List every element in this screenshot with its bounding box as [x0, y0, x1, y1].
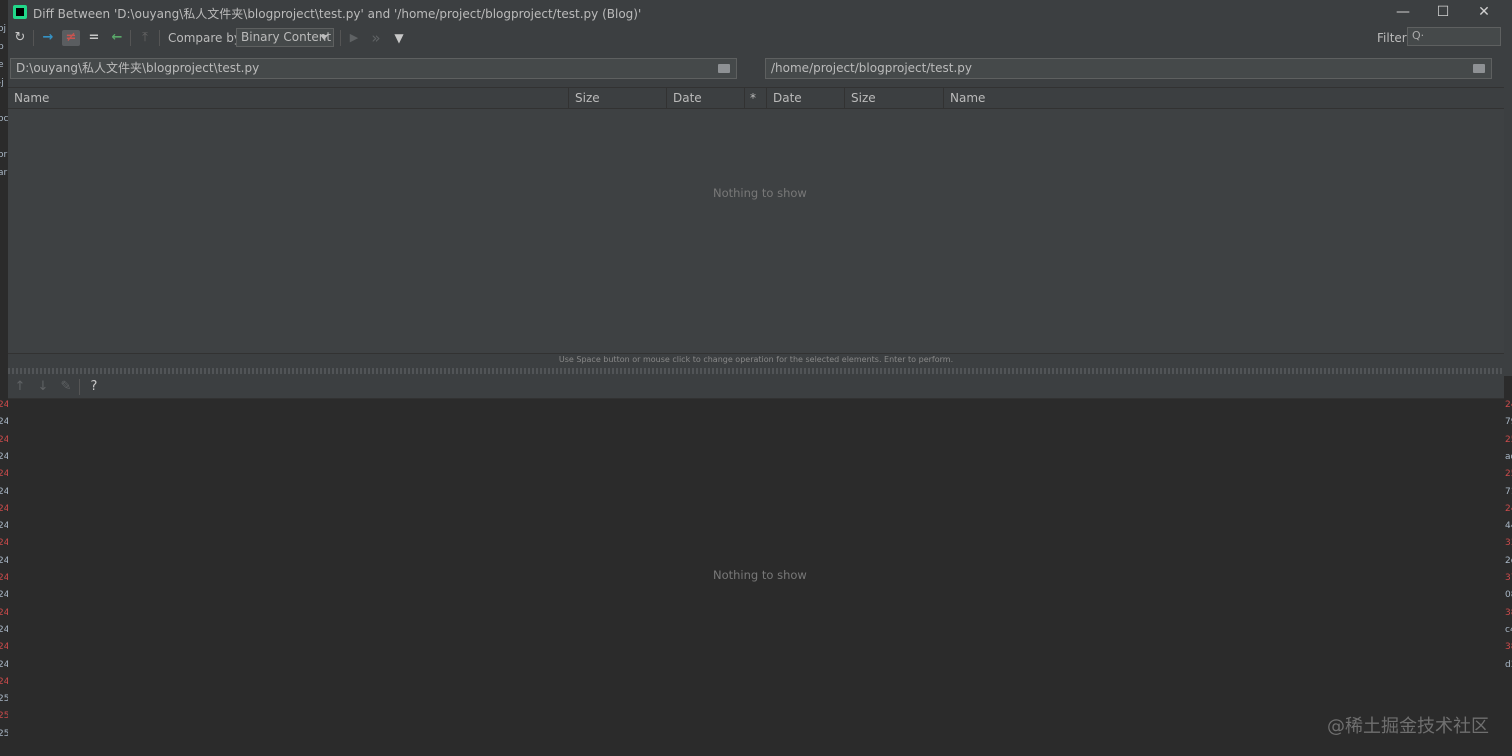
background-text: e: [0, 60, 4, 70]
merge-icon[interactable]: ⤒: [136, 30, 154, 46]
toolbar-separator: [130, 30, 131, 46]
fast-forward-icon[interactable]: »: [367, 30, 385, 46]
copy-right-icon[interactable]: →: [39, 30, 57, 46]
maximize-button[interactable]: ☐: [1433, 3, 1453, 21]
background-text: d3: [1505, 659, 1512, 670]
minimize-button[interactable]: —: [1393, 3, 1413, 21]
background-text: oc: [0, 114, 8, 124]
filter-label: Filter:: [1377, 31, 1411, 45]
folder-icon[interactable]: [718, 64, 730, 73]
left-path-text: D:\ouyang\私人文件夹\blogproject\test.py: [16, 61, 260, 75]
hint-text: Use Space button or mouse click to chang…: [558, 355, 954, 364]
help-icon[interactable]: ?: [86, 379, 102, 395]
background-text: 24: [0, 400, 8, 410]
folder-icon[interactable]: [1473, 64, 1485, 73]
background-text: 24: [0, 659, 8, 670]
background-text: 25: [0, 694, 8, 705]
background-text: 24: [0, 607, 8, 618]
close-button[interactable]: ✕: [1474, 3, 1494, 21]
background-text: 38: [1505, 607, 1512, 618]
column-header-date-left[interactable]: Date: [667, 87, 745, 109]
pycharm-app-icon: [13, 5, 27, 19]
compare-by-dropdown[interactable]: Binary Content: [236, 28, 334, 47]
right-path-field[interactable]: /home/project/blogproject/test.py: [765, 58, 1492, 79]
compare-by-value: Binary Content: [241, 30, 332, 44]
not-equal-icon[interactable]: ≠: [62, 30, 80, 46]
filter-icon[interactable]: ▼: [390, 30, 408, 46]
background-text: 71: [1505, 486, 1512, 497]
right-path-text: /home/project/blogproject/test.py: [771, 61, 972, 75]
background-text: 24: [0, 451, 8, 462]
toolbar-separator: [340, 30, 341, 46]
background-text: 24: [0, 590, 8, 601]
background-editor-strip-right: 24 79 25 ad 25 71 24 44 33 2d 37 08 38 c4 38 d3: [1504, 376, 1512, 756]
background-text: 25: [1505, 469, 1512, 480]
background-text: 24: [0, 486, 8, 497]
column-header-date-right[interactable]: Date: [767, 87, 845, 109]
next-difference-icon[interactable]: ▶: [345, 30, 363, 46]
background-text: 24: [0, 503, 8, 514]
background-text: 25: [0, 711, 8, 722]
background-text: 25: [1505, 434, 1512, 445]
edit-icon[interactable]: ✎: [58, 379, 74, 395]
column-header-size-right[interactable]: Size: [845, 87, 944, 109]
copy-left-icon[interactable]: ←: [108, 30, 126, 46]
background-text: 24: [0, 417, 8, 428]
column-header-size-left[interactable]: Size: [569, 87, 667, 109]
background-text: 79: [1505, 417, 1512, 428]
column-header-name-right[interactable]: Name: [944, 87, 1504, 109]
background-text: or: [0, 150, 8, 160]
background-text: c4: [1505, 624, 1512, 635]
background-text: b: [0, 42, 4, 52]
equal-icon[interactable]: =: [85, 30, 103, 46]
background-text: 24: [0, 676, 8, 687]
background-text: 24: [0, 573, 8, 583]
column-header-name-left[interactable]: Name: [8, 87, 569, 109]
toolbar-separator: [33, 30, 34, 46]
compare-by-label: Compare by:: [168, 31, 245, 45]
search-icon: Q·: [1412, 29, 1425, 42]
lower-empty-text: Nothing to show: [713, 568, 807, 582]
comparison-table[interactable]: [8, 109, 1504, 353]
background-text: 37: [1505, 573, 1512, 583]
background-text: oj: [0, 24, 7, 34]
background-text: 24: [0, 434, 8, 445]
background-text: -j: [0, 78, 4, 88]
watermark: @稀土掘金技术社区: [1327, 716, 1489, 737]
background-text: 24: [0, 624, 8, 635]
filter-input[interactable]: Q·: [1407, 27, 1501, 46]
left-path-field[interactable]: D:\ouyang\私人文件夹\blogproject\test.py: [10, 58, 737, 79]
chevron-down-icon: [320, 35, 328, 40]
background-text: ad: [1505, 451, 1512, 462]
background-text: 24: [0, 521, 8, 532]
background-text: 44: [1505, 521, 1512, 532]
upper-empty-text: Nothing to show: [713, 186, 807, 200]
arrow-up-icon[interactable]: ↑: [12, 379, 28, 395]
window-title: Diff Between 'D:\ouyang\私人文件夹\blogprojec…: [33, 7, 642, 21]
column-header-operation[interactable]: *: [745, 87, 767, 109]
toolbar-separator: [79, 379, 80, 395]
background-text: 24: [0, 469, 8, 480]
background-text: 08: [1505, 590, 1512, 601]
splitter-handle[interactable]: [8, 368, 1504, 374]
hint-bar: Use Space button or mouse click to chang…: [8, 353, 1504, 367]
background-text: ar: [0, 168, 8, 178]
background-text: 24: [0, 642, 8, 653]
background-text: 38: [1505, 642, 1512, 653]
refresh-icon[interactable]: ↻: [11, 30, 29, 46]
background-text: 25: [0, 728, 8, 739]
background-text: 24: [0, 538, 8, 549]
lower-toolbar: [8, 375, 1504, 399]
arrow-down-icon[interactable]: ↓: [35, 379, 51, 395]
background-editor-strip-left: oj be -j oc or ar 24 24 24 24 24 24 24 24 24 24 24 24 24 24…: [0, 0, 8, 756]
toolbar-separator: [159, 30, 160, 46]
background-text: 24: [1505, 400, 1512, 410]
background-text: 24: [1505, 503, 1512, 514]
background-text: 24: [0, 555, 8, 566]
background-text: 2d: [1505, 555, 1512, 566]
background-text: 33: [1505, 538, 1512, 549]
